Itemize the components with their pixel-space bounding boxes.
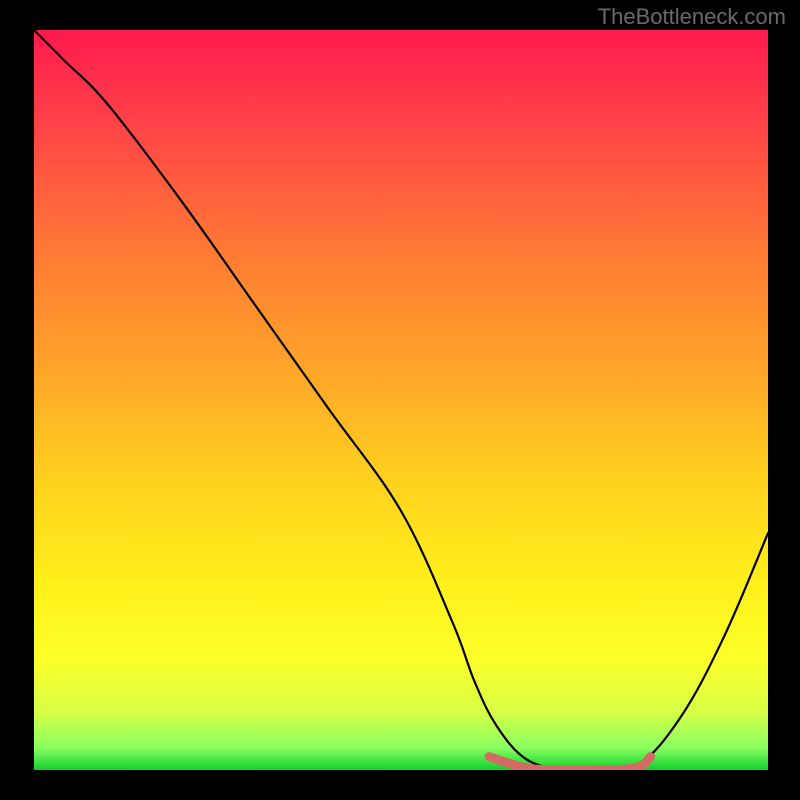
bottleneck-curve-line (34, 30, 768, 770)
chart-plot-area (34, 30, 768, 770)
attribution-text: TheBottleneck.com (598, 4, 786, 30)
optimal-range-highlight (489, 757, 650, 770)
chart-svg (34, 30, 768, 770)
